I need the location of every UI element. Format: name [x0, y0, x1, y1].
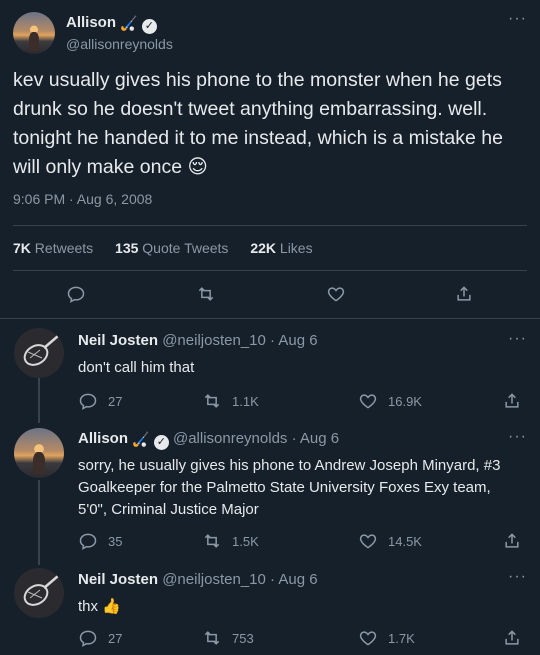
reply-author-name[interactable]: Allison	[78, 430, 128, 447]
verified-badge-icon: ✓	[141, 19, 157, 34]
author-name-text: Allison	[66, 14, 117, 31]
reply-icon	[79, 393, 97, 410]
reply-icon	[79, 630, 97, 647]
share-button[interactable]	[454, 284, 474, 304]
main-avatar[interactable]	[13, 12, 55, 54]
main-tweet-text: kev usually gives his phone to the monst…	[13, 69, 503, 178]
reply-author-name[interactable]: Neil Josten	[78, 332, 158, 349]
racquet-icon	[23, 575, 59, 606]
reply-handle[interactable]: @neiljosten_10	[162, 571, 266, 588]
more-icon[interactable]: ···	[508, 568, 527, 586]
more-icon[interactable]: ···	[508, 330, 527, 348]
retweet-icon	[204, 534, 220, 548]
reply-date[interactable]: · Aug 6	[270, 332, 318, 349]
engagement-stats: 7K Retweets 135 Quote Tweets 22K Likes	[13, 240, 331, 256]
reply-avatar[interactable]	[14, 328, 64, 378]
divider	[13, 225, 527, 226]
share-button[interactable]	[502, 531, 522, 551]
share-icon	[457, 286, 471, 301]
reply-button[interactable]: 27	[78, 628, 122, 648]
retweet-button[interactable]	[196, 284, 216, 304]
heart-icon	[327, 287, 345, 302]
reply-header: Neil Josten @neiljosten_10 · Aug 6	[78, 571, 318, 588]
share-icon	[505, 393, 519, 408]
retweets-stat[interactable]: 7K Retweets	[13, 240, 93, 256]
like-count: 14.5K	[388, 533, 422, 549]
share-icon	[505, 533, 519, 548]
retweet-icon	[204, 631, 220, 645]
reply-text: don't call him that	[78, 359, 195, 376]
reply-count: 35	[108, 533, 123, 549]
reply-button[interactable]	[66, 284, 86, 304]
hockey-stick-emoji: 🏑	[132, 431, 150, 447]
share-button[interactable]	[502, 391, 522, 411]
retweet-button[interactable]: 1.5K	[202, 531, 259, 551]
likes-stat[interactable]: 22K Likes	[250, 240, 312, 256]
reply-header: Allison 🏑 ✓ @allisonreynolds · Aug 6	[78, 430, 339, 450]
reply-author-name[interactable]: Neil Josten	[78, 571, 158, 588]
reply-button[interactable]: 35	[78, 531, 122, 551]
reply-date[interactable]: · Aug 6	[270, 571, 318, 588]
divider	[0, 318, 540, 319]
more-icon[interactable]: ···	[508, 10, 527, 28]
main-author-name[interactable]: Allison 🏑 ✓	[66, 14, 157, 34]
more-icon[interactable]: ···	[508, 428, 527, 446]
share-icon	[505, 630, 519, 645]
retweet-count: 1.1K	[232, 393, 259, 409]
retweet-count: 753	[232, 630, 254, 646]
reply-button[interactable]: 27	[78, 391, 122, 411]
share-button[interactable]	[502, 628, 522, 648]
retweet-button[interactable]: 753	[202, 628, 254, 648]
heart-icon	[359, 534, 377, 549]
divider	[13, 270, 527, 271]
reply-date[interactable]: · Aug 6	[292, 430, 340, 447]
retweet-icon	[204, 394, 220, 408]
like-button[interactable]	[326, 284, 346, 304]
reply-count: 27	[108, 630, 123, 646]
reply-text: sorry, he usually gives his phone to And…	[78, 457, 501, 518]
reply-icon	[67, 286, 85, 303]
racquet-icon	[23, 335, 59, 366]
thread-line	[38, 378, 40, 423]
verified-badge-icon: ✓	[153, 435, 169, 450]
reply-text: thx 👍	[78, 598, 121, 615]
main-tweet-timestamp[interactable]: 9:06 PM · Aug 6, 2008	[13, 191, 152, 207]
like-count: 1.7K	[388, 630, 415, 646]
reply-avatar[interactable]	[14, 568, 64, 618]
like-button[interactable]: 16.9K	[358, 391, 422, 411]
reply-icon	[79, 533, 97, 550]
heart-icon	[359, 631, 377, 646]
main-author-handle[interactable]: @allisonreynolds	[66, 36, 173, 52]
reply-count: 27	[108, 393, 123, 409]
retweet-icon	[198, 287, 214, 301]
like-button[interactable]: 14.5K	[358, 531, 422, 551]
reply-handle[interactable]: @allisonreynolds	[173, 430, 287, 447]
retweet-count: 1.5K	[232, 533, 259, 549]
thread-line	[38, 480, 40, 565]
hockey-stick-emoji: 🏑	[120, 15, 138, 31]
like-button[interactable]: 1.7K	[358, 628, 415, 648]
heart-icon	[359, 394, 377, 409]
reply-avatar[interactable]	[14, 428, 64, 478]
reply-header: Neil Josten @neiljosten_10 · Aug 6	[78, 332, 318, 349]
reply-handle[interactable]: @neiljosten_10	[162, 332, 266, 349]
retweet-button[interactable]: 1.1K	[202, 391, 259, 411]
quote-tweets-stat[interactable]: 135 Quote Tweets	[115, 240, 228, 256]
like-count: 16.9K	[388, 393, 422, 409]
